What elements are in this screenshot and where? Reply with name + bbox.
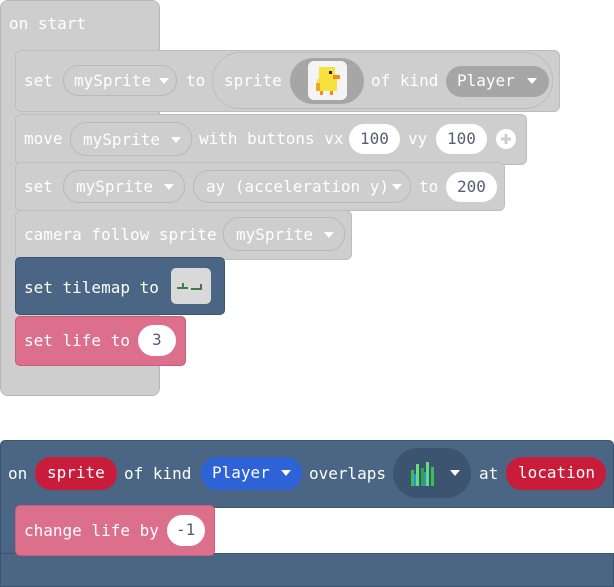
on-overlap-arm <box>0 507 16 557</box>
sprite-image-picker[interactable] <box>290 58 364 104</box>
grass-tile-icon <box>406 456 440 490</box>
variable-label: mySprite <box>74 71 152 90</box>
chevron-down-icon <box>171 137 181 143</box>
variable-dropdown[interactable]: mySprite <box>70 122 192 156</box>
kind-label: Player <box>212 463 270 482</box>
of-kind-label: of kind <box>371 71 439 90</box>
vy-label: vy <box>408 129 428 148</box>
variable-label: mySprite <box>83 130 161 149</box>
change-life-input[interactable]: -1 <box>167 515 205 546</box>
chevron-down-icon <box>281 470 291 476</box>
chevron-down-icon <box>164 184 174 190</box>
with-buttons-label: with buttons vx <box>199 129 344 148</box>
ay-value-input[interactable]: 200 <box>446 172 497 202</box>
kind-dropdown[interactable]: Player <box>446 66 549 97</box>
kind-dropdown[interactable]: Player <box>201 457 302 490</box>
variable-dropdown[interactable]: mySprite <box>63 65 177 96</box>
variable-dropdown[interactable]: mySprite <box>63 170 185 203</box>
set-label: set <box>24 177 53 196</box>
chevron-down-icon <box>324 232 334 238</box>
property-dropdown[interactable]: ay (acceleration y) <box>193 170 411 203</box>
kind-label: Player <box>457 71 515 90</box>
overlaps-label: overlaps <box>309 464 387 483</box>
set-label: set <box>24 71 53 90</box>
change-life-label: change life by <box>24 521 159 540</box>
tilemap-icon[interactable] <box>171 268 211 304</box>
camera-follow-label: camera follow sprite <box>24 225 217 244</box>
sprite-variable[interactable]: sprite <box>35 457 117 490</box>
duck-sprite-icon <box>308 61 347 100</box>
variable-label: mySprite <box>76 177 154 196</box>
chevron-down-icon <box>527 78 537 84</box>
sprite-label: sprite <box>224 71 282 90</box>
variable-label: mySprite <box>236 225 314 244</box>
on-label: on <box>8 464 28 483</box>
location-variable[interactable]: location <box>506 457 606 490</box>
chevron-down-icon <box>392 184 402 190</box>
set-life-label: set life to <box>24 331 130 350</box>
to-label: to <box>419 177 439 196</box>
of-kind-label: of kind <box>124 464 192 483</box>
set-tilemap-label: set tilemap to <box>24 278 159 297</box>
property-label: ay (acceleration y) <box>206 177 390 196</box>
chevron-down-icon <box>450 470 460 476</box>
variable-dropdown[interactable]: mySprite <box>223 217 345 251</box>
on-start-label: on start <box>9 14 87 33</box>
chevron-down-icon <box>159 78 169 84</box>
life-value-input[interactable]: 3 <box>138 325 176 356</box>
plus-circle-icon[interactable] <box>495 128 517 150</box>
tile-picker[interactable] <box>393 448 471 498</box>
vy-input[interactable]: 100 <box>436 124 487 154</box>
on-overlap-footer <box>0 553 614 587</box>
move-label: move <box>24 129 63 148</box>
to-label: to <box>186 71 206 90</box>
vx-input[interactable]: 100 <box>349 124 400 154</box>
sprite-reporter[interactable]: sprite of kind Player <box>212 52 553 109</box>
at-label: at <box>479 464 499 483</box>
